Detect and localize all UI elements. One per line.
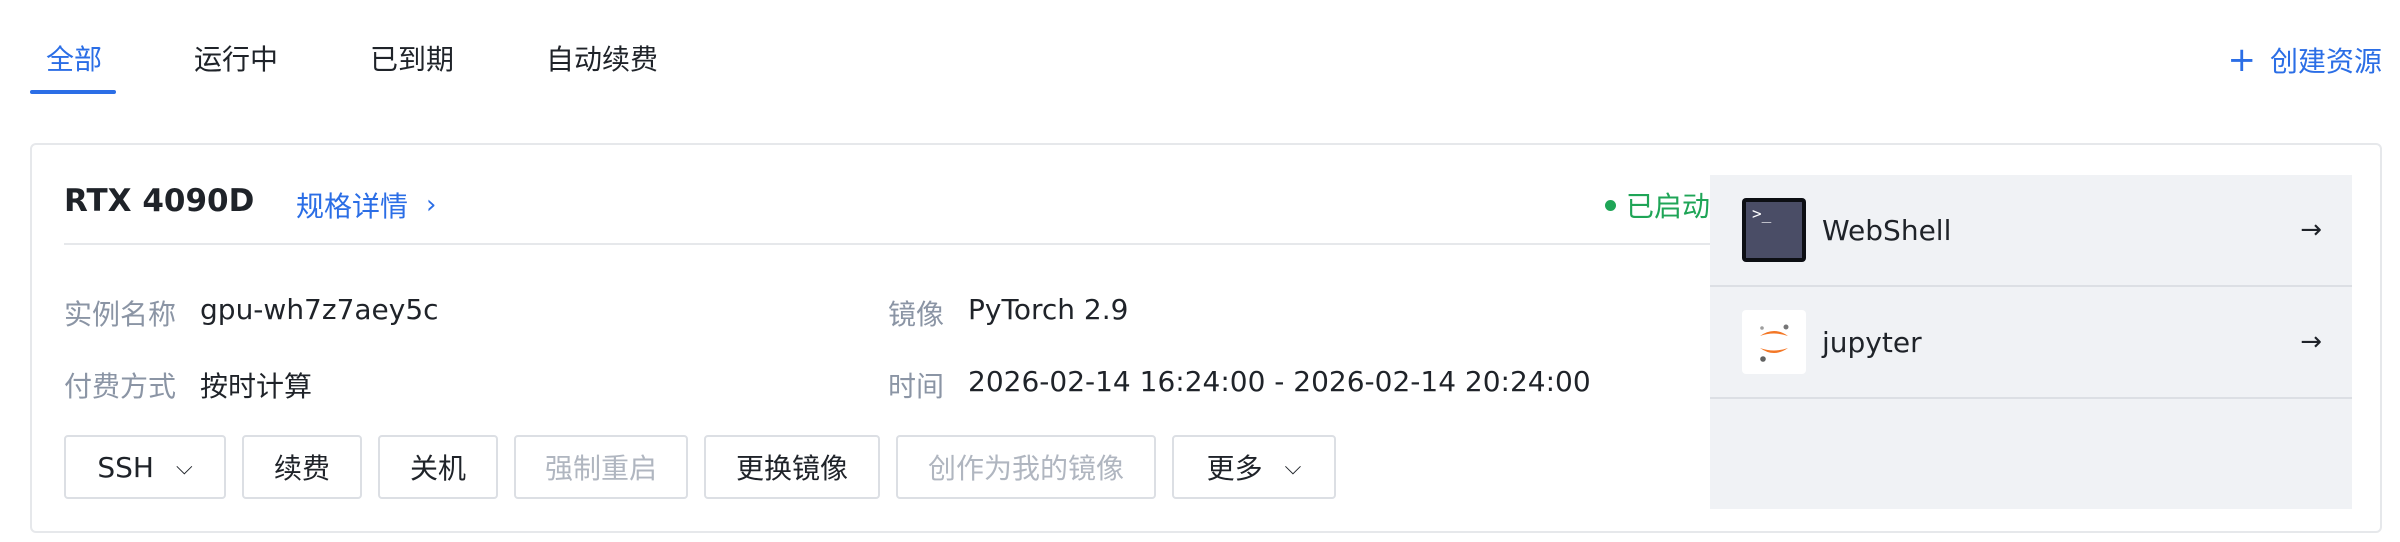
instance-name-field: 实例名称 gpu-wh7z7aey5c <box>64 293 439 333</box>
chevron-right-icon: › <box>426 190 437 220</box>
image-label: 镜像 <box>888 298 945 331</box>
time-label: 时间 <box>888 370 945 403</box>
jupyter-label: jupyter <box>1822 325 1922 359</box>
arrow-right-icon: → <box>2300 215 2322 245</box>
instance-name-value: gpu-wh7z7aey5c <box>200 293 439 326</box>
payment-value: 按时计算 <box>200 370 313 403</box>
tab-all[interactable]: 全部 <box>30 30 117 96</box>
more-label: 更多 <box>1206 452 1263 485</box>
ssh-label: SSH <box>97 450 154 484</box>
payment-field: 付费方式 按时计算 <box>64 365 312 405</box>
instance-actions: SSH ⌵ 续费 关机 强制重启 更换镜像 创作为我的镜像 更多 ⌵ <box>64 435 1352 499</box>
chevron-down-icon: ⌵ <box>1284 454 1302 480</box>
time-field: 时间 2026-02-14 16:24:00 - 2026-02-14 20:2… <box>888 365 1591 405</box>
time-value: 2026-02-14 16:24:00 - 2026-02-14 20:24:0… <box>968 365 1591 398</box>
arrow-right-icon: → <box>2300 327 2322 357</box>
create-resource-label: 创建资源 <box>2269 45 2382 78</box>
image-value: PyTorch 2.9 <box>968 293 1129 326</box>
spec-details-label: 规格详情 <box>296 190 409 223</box>
instance-model: RTX 4090D <box>64 183 255 219</box>
jupyter-icon <box>1742 310 1806 374</box>
tab-expired[interactable]: 已到期 <box>356 30 468 96</box>
plus-icon: + <box>2227 40 2256 80</box>
ssh-dropdown-button[interactable]: SSH ⌵ <box>64 435 226 499</box>
renew-button[interactable]: 续费 <box>242 435 362 499</box>
shutdown-button[interactable]: 关机 <box>378 435 498 499</box>
webshell-label: WebShell <box>1822 213 1952 247</box>
quick-access-panel: >_ WebShell → jupyter → <box>1710 175 2352 509</box>
change-image-button[interactable]: 更换镜像 <box>704 435 880 499</box>
status-badge: 已启动 <box>1604 185 1710 225</box>
create-my-image-button[interactable]: 创作为我的镜像 <box>896 435 1156 499</box>
image-field: 镜像 PyTorch 2.9 <box>888 293 1128 333</box>
instance-card: RTX 4090D 规格详情 › 已启动 实例名称 gpu-wh7z7aey5c… <box>30 143 2382 533</box>
tab-auto-renew[interactable]: 自动续费 <box>532 30 672 96</box>
instance-card-header: RTX 4090D 规格详情 › 已启动 <box>64 175 1710 245</box>
instance-name-label: 实例名称 <box>64 298 177 331</box>
webshell-entry[interactable]: >_ WebShell → <box>1710 175 2352 287</box>
jupyter-entry[interactable]: jupyter → <box>1710 287 2352 399</box>
payment-label: 付费方式 <box>64 370 177 403</box>
status-tabs: 全部 运行中 已到期 自动续费 <box>30 30 736 96</box>
status-label: 已启动 <box>1625 190 1710 223</box>
more-dropdown-button[interactable]: 更多 ⌵ <box>1172 435 1336 499</box>
terminal-icon: >_ <box>1742 198 1806 262</box>
create-resource-button[interactable]: + 创建资源 <box>2227 40 2382 80</box>
status-dot-icon <box>1604 199 1616 211</box>
force-restart-button[interactable]: 强制重启 <box>514 435 688 499</box>
tab-running[interactable]: 运行中 <box>180 30 292 96</box>
spec-details-link[interactable]: 规格详情 › <box>296 185 436 225</box>
chevron-down-icon: ⌵ <box>175 454 193 480</box>
